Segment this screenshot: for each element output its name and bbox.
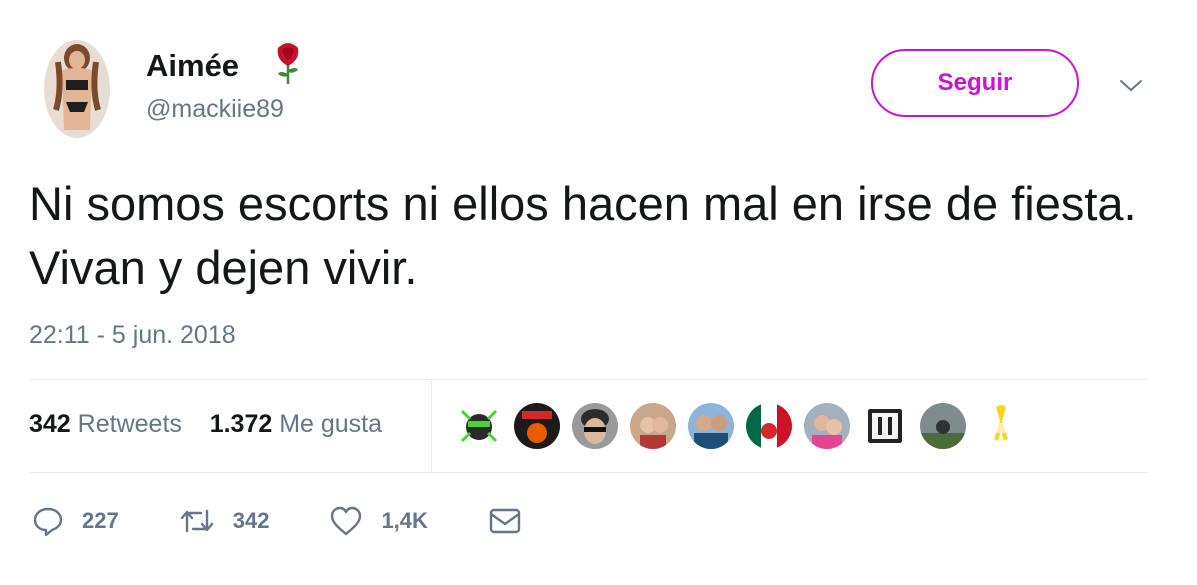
retweet-icon bbox=[180, 509, 213, 533]
rose-icon bbox=[277, 43, 299, 84]
liker-avatar[interactable] bbox=[920, 403, 966, 449]
tweet-timestamp[interactable]: 22:11 - 5 jun. 2018 bbox=[29, 321, 236, 350]
retweet-count: 342 bbox=[232, 508, 270, 533]
liker-avatar[interactable] bbox=[804, 403, 850, 449]
like-button[interactable]: 1,4K bbox=[329, 505, 428, 537]
reply-icon bbox=[33, 507, 63, 537]
liker-avatar[interactable] bbox=[862, 403, 908, 449]
liker-avatar[interactable] bbox=[456, 403, 502, 449]
follow-button[interactable]: Seguir bbox=[871, 49, 1079, 117]
likes-label: Me gusta bbox=[279, 410, 383, 438]
tweet-text: Ni somos escorts ni ellos hacen mal en i… bbox=[29, 177, 1137, 294]
chevron-down-icon[interactable] bbox=[1116, 76, 1146, 96]
yellow-ribbon-icon[interactable] bbox=[978, 403, 1024, 449]
liker-avatars bbox=[456, 403, 1036, 449]
divider-vertical bbox=[431, 380, 432, 472]
reply-button[interactable]: 227 bbox=[32, 505, 119, 537]
retweet-button[interactable]: 342 bbox=[179, 505, 270, 537]
liker-avatar[interactable] bbox=[746, 403, 792, 449]
likes-count: 1.372 bbox=[209, 410, 273, 438]
heart-icon bbox=[331, 506, 362, 536]
display-name[interactable]: Aimée bbox=[146, 48, 239, 84]
reply-count: 227 bbox=[82, 508, 119, 533]
liker-avatar[interactable] bbox=[688, 403, 734, 449]
retweets-label: Retweets bbox=[77, 410, 182, 438]
retweet-stat[interactable]: 342 Retweets bbox=[29, 410, 182, 438]
liker-avatar[interactable] bbox=[514, 403, 560, 449]
like-count: 1,4K bbox=[381, 508, 428, 533]
tweet-stats: 342 Retweets 1.372 Me gusta bbox=[29, 410, 382, 439]
divider bbox=[29, 379, 1148, 380]
tweet-actions: 227 342 1,4K bbox=[32, 505, 582, 537]
liker-avatar[interactable] bbox=[630, 403, 676, 449]
avatar[interactable] bbox=[44, 40, 110, 138]
liker-avatar[interactable] bbox=[572, 403, 618, 449]
retweets-count: 342 bbox=[29, 410, 71, 438]
likes-stat[interactable]: 1.372 Me gusta bbox=[210, 410, 382, 438]
divider bbox=[29, 472, 1148, 473]
direct-message-button[interactable] bbox=[488, 507, 522, 535]
user-handle[interactable]: @mackiie89 bbox=[146, 95, 284, 124]
envelope-icon bbox=[489, 508, 521, 534]
